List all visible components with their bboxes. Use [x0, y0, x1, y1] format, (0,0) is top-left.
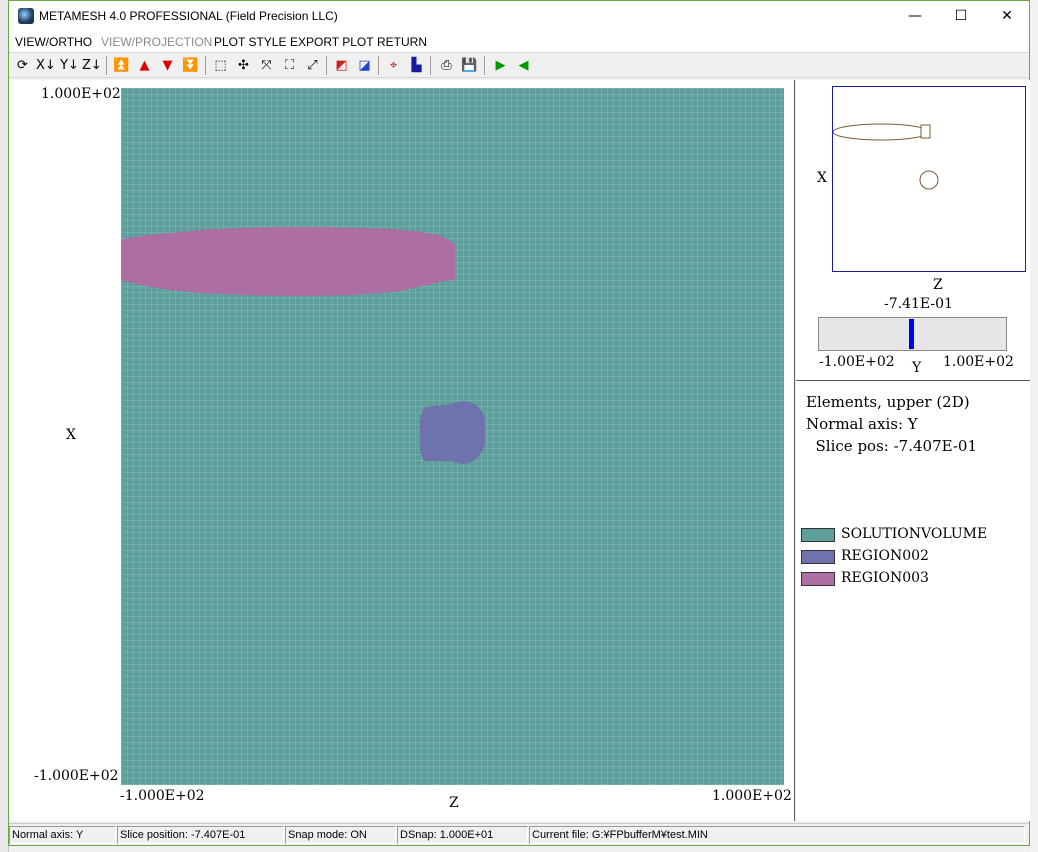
- maximize-icon[interactable]: ☐: [938, 1, 984, 32]
- z-min-label: -1.000E+02: [120, 788, 205, 804]
- desktop-background-right: [1030, 0, 1038, 852]
- region-color-icon[interactable]: ◪: [355, 56, 374, 75]
- legend-label: REGION003: [841, 570, 929, 586]
- toolbar-separator: [326, 56, 327, 75]
- status-snap-mode: Snap mode: ON: [285, 826, 396, 844]
- menu-return[interactable]: RETURN: [377, 35, 427, 49]
- toolbar-separator: [484, 56, 485, 75]
- color-palette-icon[interactable]: ◩: [332, 56, 351, 75]
- legend-swatch: [801, 550, 835, 564]
- y-max-label: 1.000E+02: [41, 86, 121, 102]
- status-slice-position: Slice position: -7.407E-01: [117, 826, 284, 844]
- x-axis-view-icon[interactable]: X↓: [36, 56, 56, 75]
- y-min-label: -1.000E+02: [34, 768, 119, 784]
- slider-max-label: 1.00E+02: [943, 354, 1014, 370]
- app-window: METAMESH 4.0 PROFESSIONAL (Field Precisi…: [8, 0, 1030, 846]
- info-mode: Elements, upper (2D): [806, 393, 970, 411]
- menu-plot-style[interactable]: PLOT STYLE: [214, 35, 286, 49]
- save-icon[interactable]: 💾: [460, 56, 479, 75]
- z-axis-label: Z: [449, 795, 459, 811]
- info-icon[interactable]: ▙: [407, 56, 426, 75]
- mini-x-label: X: [817, 170, 827, 186]
- slice-slider[interactable]: [818, 317, 1007, 351]
- z-axis-view-icon[interactable]: Z↓: [82, 56, 102, 75]
- mini-view-outline: [833, 123, 939, 190]
- rotate-view-icon[interactable]: ⟳: [13, 56, 32, 75]
- y-axis-view-icon[interactable]: Y↓: [60, 56, 79, 75]
- toolbar-separator: [430, 56, 431, 75]
- menu-view-projection[interactable]: VIEW/PROJECTION: [101, 35, 212, 49]
- info-slice-pos: Slice pos: -7.407E-01: [806, 437, 977, 455]
- toolbar-separator: [106, 56, 107, 75]
- mesh-regions: [121, 227, 485, 464]
- slice-value: -7.41E-01: [884, 296, 953, 312]
- slice-slider-thumb[interactable]: [909, 319, 914, 349]
- x-axis-label: X: [66, 427, 76, 443]
- legend-swatch: [801, 528, 835, 542]
- minimize-icon[interactable]: —: [892, 1, 938, 32]
- toolbar-separator: [378, 56, 379, 75]
- move-down-icon[interactable]: ▼: [158, 56, 177, 75]
- status-bar: Normal axis: Y Slice position: -7.407E-0…: [9, 823, 1029, 845]
- panel-divider: [796, 380, 1030, 381]
- zoom-window-icon[interactable]: ⬚: [211, 56, 230, 75]
- mini-z-label: Z: [933, 277, 943, 293]
- move-top-icon[interactable]: ⏫: [112, 56, 131, 75]
- mini-view[interactable]: [832, 86, 1026, 272]
- legend-label: SOLUTIONVOLUME: [841, 526, 988, 542]
- region002-shape: [420, 401, 485, 464]
- title-bar[interactable]: METAMESH 4.0 PROFESSIONAL (Field Precisi…: [9, 1, 1029, 32]
- legend-swatch: [801, 572, 835, 586]
- legend-label: REGION002: [841, 548, 929, 564]
- window-title: METAMESH 4.0 PROFESSIONAL (Field Precisi…: [39, 9, 338, 23]
- close-icon[interactable]: ✕: [984, 1, 1030, 32]
- side-panel: X Z -7.41E-01 -1.00E+02 Y 1.00E+02 Eleme…: [796, 80, 1030, 821]
- menu-export-plot[interactable]: EXPORT PLOT: [290, 35, 374, 49]
- menu-bar: VIEW/ORTHO VIEW/PROJECTION PLOT STYLE EX…: [9, 32, 1029, 52]
- zoom-fit-icon[interactable]: ⛶: [280, 56, 299, 75]
- status-normal-axis: Normal axis: Y: [9, 826, 116, 844]
- status-current-file: Current file: G:¥FPbufferM¥test.MIN: [529, 826, 1025, 844]
- play-back-icon[interactable]: ◀: [514, 56, 533, 75]
- region003-shape: [121, 227, 455, 296]
- menu-view-ortho[interactable]: VIEW/ORTHO: [15, 35, 92, 49]
- zoom-out-icon[interactable]: ⤧: [257, 56, 276, 75]
- mesh-plot[interactable]: [121, 88, 784, 785]
- slider-min-label: -1.00E+02: [819, 354, 895, 370]
- zoom-reset-icon[interactable]: ⤢: [303, 56, 322, 75]
- toolbar-separator: [205, 56, 206, 75]
- play-forward-icon[interactable]: ▶: [491, 56, 510, 75]
- print-icon[interactable]: ⎙: [437, 56, 456, 75]
- toolbar: ⟳ X↓ Y↓ Z↓ ⏫ ▲ ▼ ⏬ ⬚ ✣ ⤧ ⛶ ⤢ ◩ ◪ ⌖ ▙ ⎙ 💾 ▶ ◀: [9, 52, 1029, 78]
- plot-panel[interactable]: 1.000E+02 -1.000E+02 X -1.000E+02 1.000E…: [9, 80, 795, 821]
- crosshair-icon[interactable]: ⌖: [384, 56, 403, 75]
- move-bottom-icon[interactable]: ⏬: [181, 56, 200, 75]
- z-max-label: 1.000E+02: [712, 788, 792, 804]
- info-normal-axis: Normal axis: Y: [806, 415, 918, 433]
- app-logo-icon: [18, 8, 34, 24]
- slider-axis-label: Y: [912, 360, 922, 376]
- zoom-in-icon[interactable]: ✣: [234, 56, 253, 75]
- status-dsnap: DSnap: 1.000E+01: [397, 826, 528, 844]
- move-up-icon[interactable]: ▲: [135, 56, 154, 75]
